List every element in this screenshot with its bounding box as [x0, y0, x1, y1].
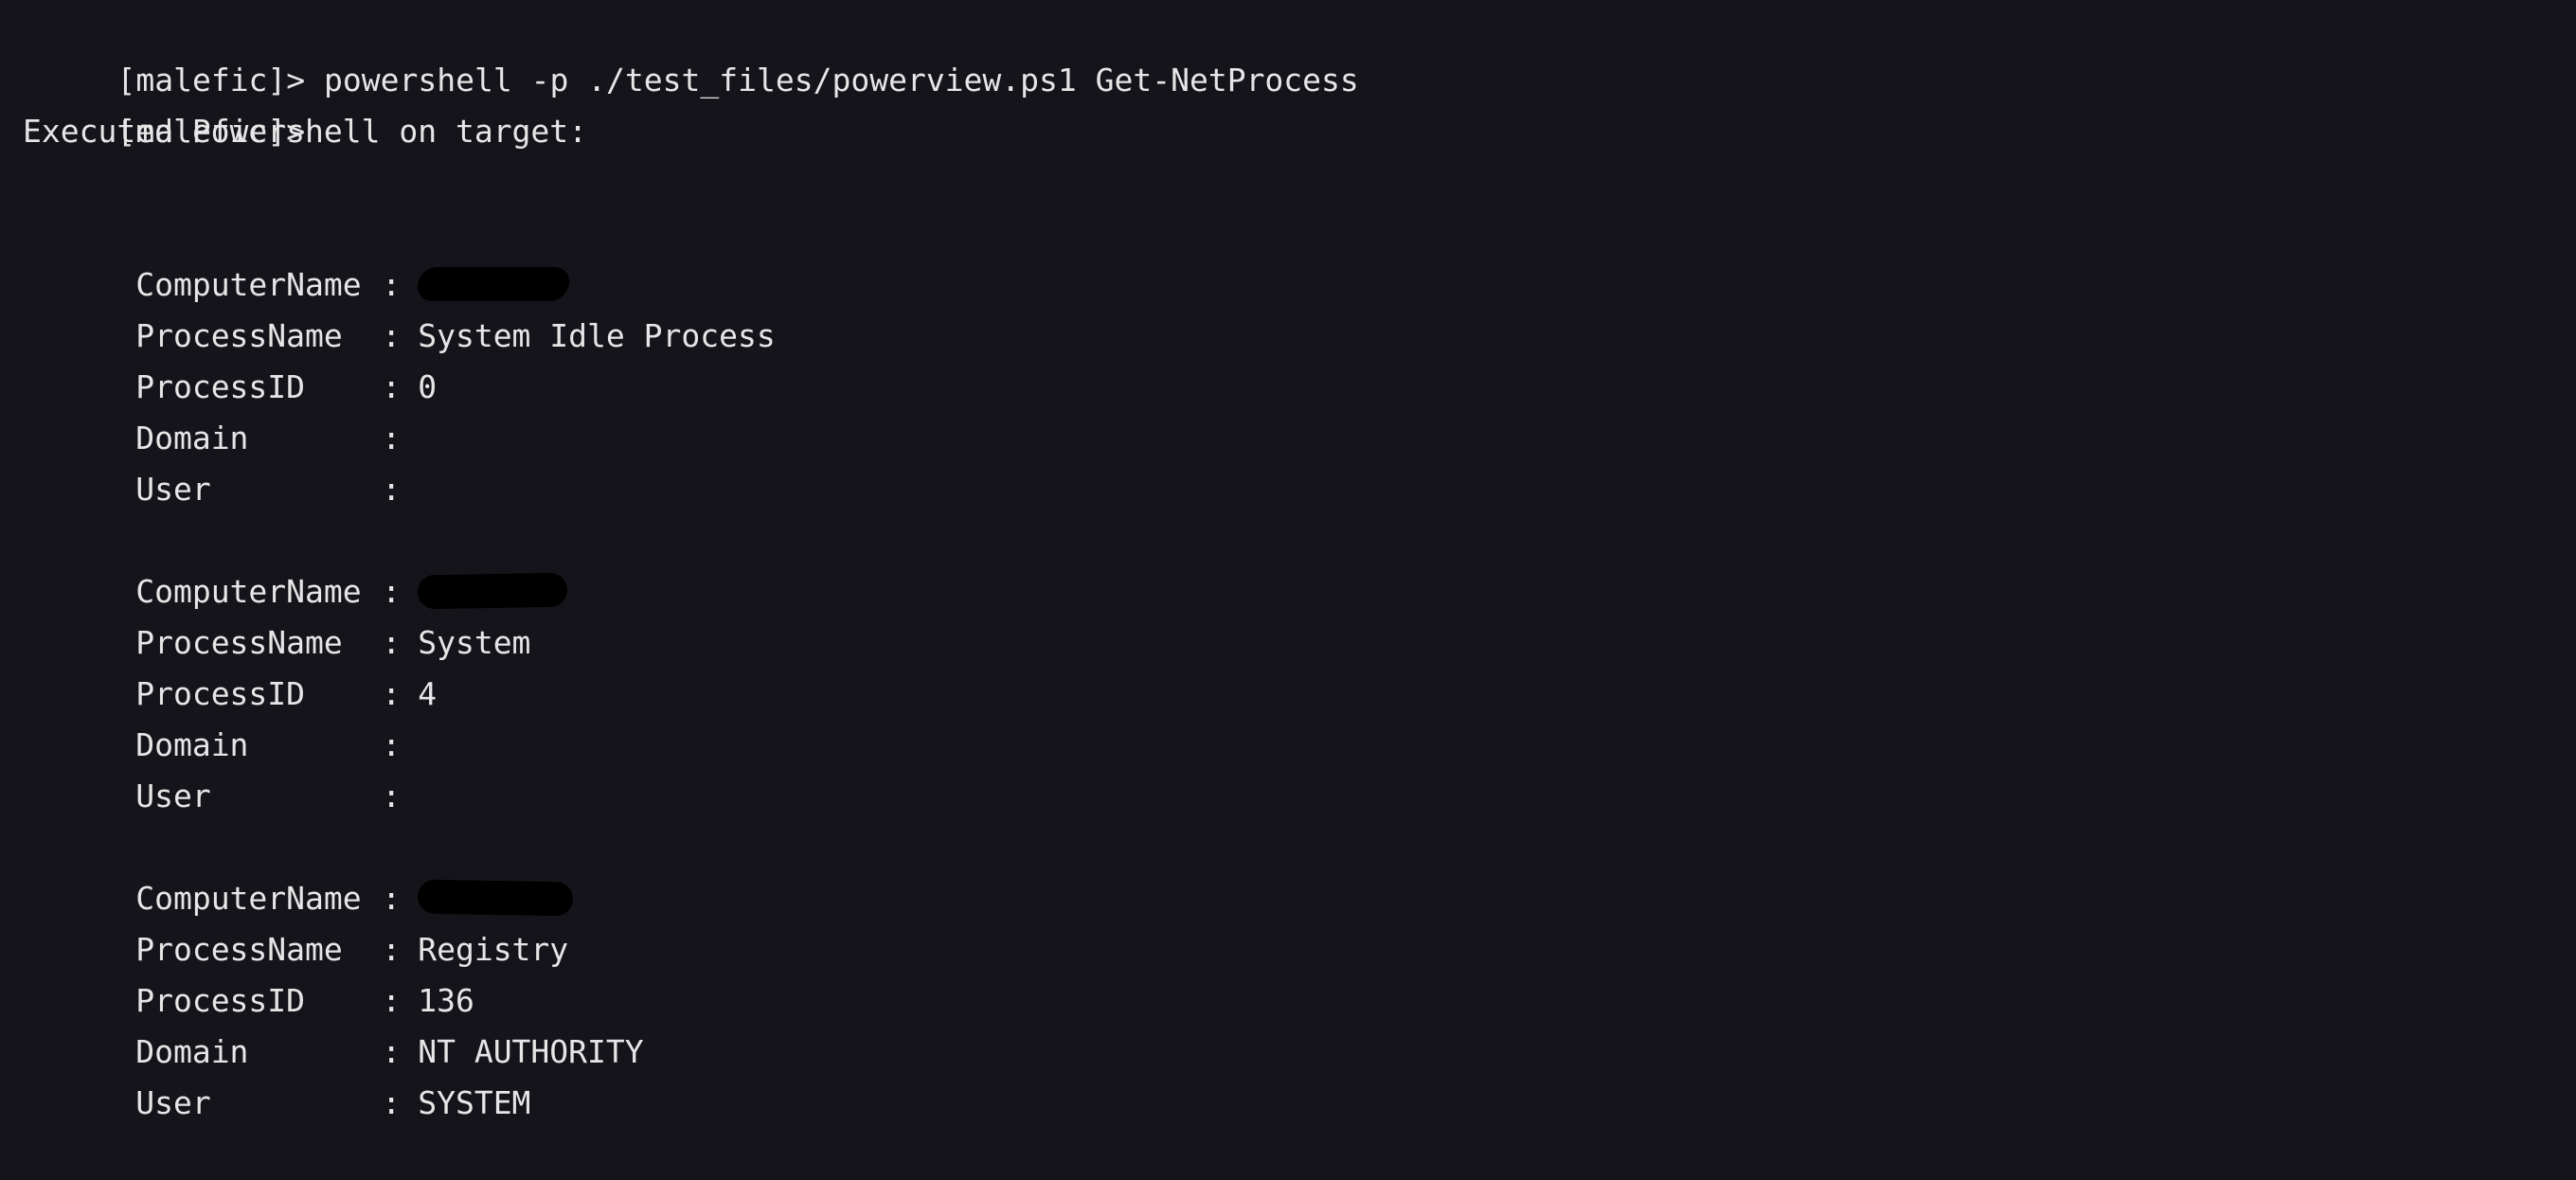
field-row: ComputerName: — [23, 208, 2576, 303]
field-value: System Idle Process — [418, 317, 776, 354]
field-separator: : — [382, 726, 402, 763]
field-key: ProcessName — [135, 931, 343, 968]
process-record: ComputerName: ProcessName: System Idle Pr… — [23, 208, 2576, 508]
field-separator: : — [382, 573, 402, 610]
field-separator: : — [382, 675, 402, 712]
field-separator: : — [382, 266, 402, 303]
prompt: [malefic]> — [116, 62, 306, 98]
field-key: Domain — [135, 726, 249, 763]
field-separator: : — [382, 931, 402, 968]
field-separator: : — [382, 778, 402, 814]
field-key: ProcessID — [135, 368, 306, 405]
field-separator: : — [382, 624, 402, 661]
field-key: User — [135, 778, 211, 814]
process-record: ComputerName: ProcessName: Registry Proce… — [23, 822, 2576, 1121]
field-value: Registry — [418, 931, 569, 968]
field-separator: : — [382, 1084, 402, 1121]
field-key: User — [135, 471, 211, 508]
field-value: 4 — [418, 675, 438, 712]
field-row: ComputerName: — [23, 515, 2576, 610]
field-key: ComputerName — [135, 573, 362, 610]
field-value: 136 — [418, 982, 474, 1019]
field-separator: : — [382, 880, 402, 917]
terminal-window[interactable]: [malefic]> powershell -p ./test_files/po… — [0, 0, 2576, 1121]
field-key: ComputerName — [135, 880, 362, 917]
field-value: System — [418, 624, 531, 661]
redacted-value — [417, 879, 574, 916]
field-value: NT AUTHORITY — [418, 1033, 644, 1070]
field-separator: : — [382, 420, 402, 456]
field-key: ProcessName — [135, 317, 343, 354]
field-key: ComputerName — [135, 266, 362, 303]
field-key: ProcessName — [135, 624, 343, 661]
field-key: ProcessID — [135, 982, 306, 1019]
process-record: ComputerName: ProcessName: System Process… — [23, 515, 2576, 814]
field-row: ComputerName: — [23, 822, 2576, 917]
field-separator: : — [382, 317, 402, 354]
field-key: User — [135, 1084, 211, 1121]
field-value: 0 — [418, 368, 438, 405]
field-separator: : — [382, 368, 402, 405]
field-value: SYSTEM — [418, 1084, 531, 1121]
status-line: Executed Powershell on target: — [23, 113, 588, 150]
redacted-value — [417, 572, 568, 609]
field-key: ProcessID — [135, 675, 306, 712]
field-key: Domain — [135, 420, 249, 456]
command-line: [malefic]> powershell -p ./test_files/po… — [23, 4, 2576, 98]
redacted-value — [415, 266, 572, 301]
command-text: powershell -p ./test_files/powerview.ps1… — [324, 62, 1359, 98]
field-separator: : — [382, 982, 402, 1019]
field-separator: : — [382, 471, 402, 508]
